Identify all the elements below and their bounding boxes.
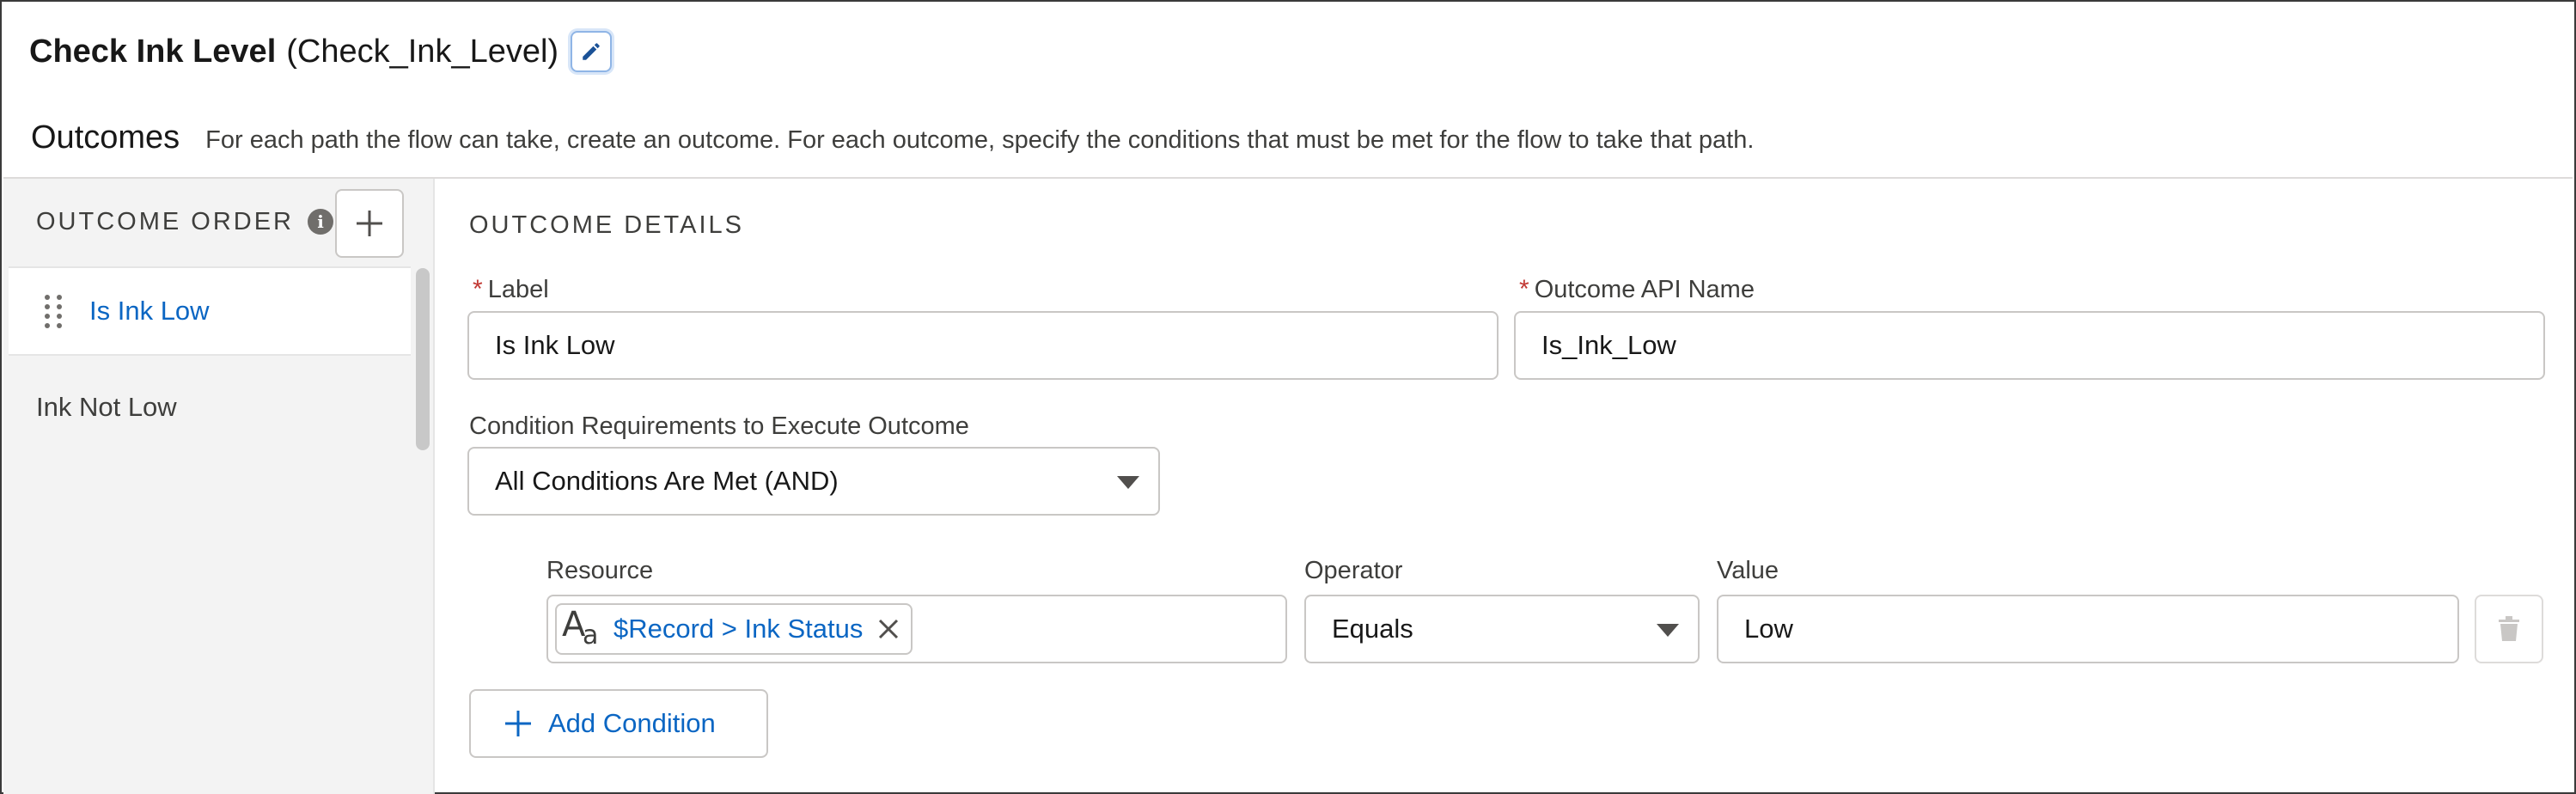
condition-requirements-label: Condition Requirements to Execute Outcom… bbox=[469, 412, 969, 441]
required-mark: * bbox=[473, 275, 483, 303]
add-condition-button[interactable]: Add Condition bbox=[469, 689, 768, 758]
decision-editor-panel: Check Ink Level (Check_Ink_Level) Outcom… bbox=[0, 0, 2576, 794]
outcome-order-header: OUTCOME ORDER i bbox=[36, 187, 333, 256]
operator-label: Operator bbox=[1304, 557, 1402, 585]
outcome-item-is-ink-low[interactable]: Is Ink Low bbox=[9, 266, 411, 356]
drag-handle-icon[interactable] bbox=[45, 294, 65, 328]
resource-pill[interactable]: Aa $Record > Ink Status bbox=[555, 603, 913, 655]
trash-icon bbox=[2499, 616, 2519, 641]
outcomes-heading-row: Outcomes For each path the flow can take… bbox=[31, 113, 1754, 162]
outcomes-description: For each path the flow can take, create … bbox=[205, 125, 1755, 154]
info-icon[interactable]: i bbox=[308, 209, 333, 235]
add-outcome-button[interactable] bbox=[335, 189, 404, 258]
operator-label-text: Operator bbox=[1304, 557, 1403, 584]
api-name-field-text: Outcome API Name bbox=[1534, 275, 1755, 303]
outcome-details-title: OUTCOME DETAILS bbox=[469, 211, 744, 239]
chevron-down-icon bbox=[1657, 624, 1679, 637]
condition-requirements-select[interactable]: All Conditions Are Met (AND) bbox=[467, 447, 1160, 516]
operator-value: Equals bbox=[1332, 614, 1413, 644]
outcome-api-name-input[interactable] bbox=[1514, 311, 2545, 380]
sidebar-scrollbar[interactable] bbox=[416, 268, 430, 450]
element-api-name: (Check_Ink_Level) bbox=[286, 33, 559, 70]
api-name-field-label: * Outcome API Name bbox=[1519, 275, 1755, 304]
plus-icon bbox=[357, 211, 382, 236]
close-icon[interactable] bbox=[876, 617, 900, 641]
resource-pill-label: $Record > Ink Status bbox=[613, 614, 864, 644]
value-label: Value bbox=[1717, 557, 1779, 585]
outcome-order-sidebar: OUTCOME ORDER i Is Ink Low Ink Not Low bbox=[3, 179, 435, 794]
condition-requirements-text: Condition Requirements to Execute Outcom… bbox=[469, 412, 969, 440]
label-field-text: Label bbox=[487, 275, 549, 303]
pencil-icon bbox=[583, 43, 600, 60]
delete-condition-button[interactable] bbox=[2475, 595, 2543, 663]
resource-label-text: Resource bbox=[546, 557, 654, 584]
required-mark: * bbox=[1519, 275, 1529, 303]
element-label: Check Ink Level bbox=[29, 33, 277, 70]
label-input[interactable] bbox=[467, 311, 1499, 380]
resource-combobox[interactable]: Aa $Record > Ink Status bbox=[546, 595, 1287, 663]
resource-label: Resource bbox=[546, 557, 653, 585]
value-input[interactable] bbox=[1717, 595, 2459, 663]
outcome-item-ink-not-low[interactable]: Ink Not Low bbox=[36, 382, 177, 433]
outcomes-title: Outcomes bbox=[31, 119, 180, 156]
outcome-order-label: OUTCOME ORDER bbox=[36, 207, 294, 235]
plus-icon bbox=[505, 711, 531, 736]
element-title-row: Check Ink Level (Check_Ink_Level) bbox=[29, 26, 613, 77]
outcome-item-label: Is Ink Low bbox=[89, 296, 210, 326]
label-field-label: * Label bbox=[473, 275, 549, 304]
value-label-text: Value bbox=[1717, 557, 1779, 584]
chevron-down-icon bbox=[1117, 476, 1139, 489]
text-type-icon: Aa bbox=[562, 605, 599, 650]
operator-select[interactable]: Equals bbox=[1304, 595, 1700, 663]
condition-requirements-value: All Conditions Are Met (AND) bbox=[495, 466, 839, 496]
add-condition-label: Add Condition bbox=[548, 708, 716, 738]
edit-element-button[interactable] bbox=[571, 31, 613, 72]
outcome-item-label: Ink Not Low bbox=[36, 392, 177, 422]
